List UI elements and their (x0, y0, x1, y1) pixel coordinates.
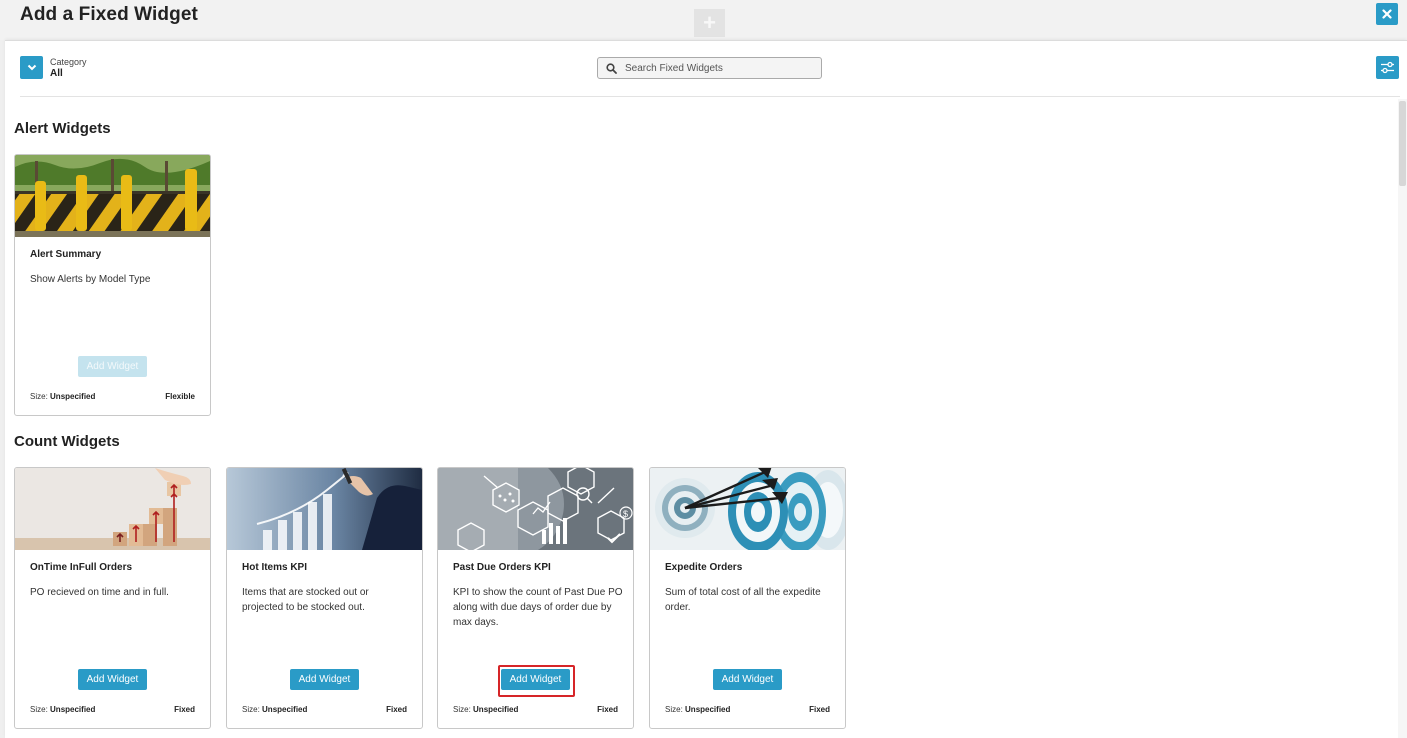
card-type: Flexible (165, 392, 195, 401)
svg-text:$: $ (623, 509, 628, 519)
toolbar-divider (20, 96, 1400, 97)
card-type: Fixed (597, 705, 618, 714)
card-type: Fixed (809, 705, 830, 714)
section-title-alert-widgets: Alert Widgets (14, 120, 111, 137)
page-title: Add a Fixed Widget (20, 4, 198, 25)
card-title: Expedite Orders (665, 562, 743, 573)
add-widget-button-hot-items[interactable]: Add Widget (290, 669, 359, 690)
card-description: KPI to show the count of Past Due PO alo… (453, 587, 623, 628)
card-type: Fixed (174, 705, 195, 714)
widget-card-past-due-orders-kpi: $ Past Due Orders KPI KPI to show the co… (437, 467, 634, 729)
size-label: Size: (665, 705, 683, 714)
size-label: Size: (30, 392, 48, 401)
card-description: Sum of total cost of all the expedite or… (665, 587, 821, 613)
add-widget-button-past-due-orders[interactable]: Add Widget (501, 669, 570, 690)
card-size: Size: Unspecified (242, 705, 307, 714)
widget-card-ontime-infull-orders: OnTime InFull Orders PO recieved on time… (14, 467, 211, 729)
card-description: Show Alerts by Model Type (30, 274, 151, 285)
size-label: Size: (30, 705, 48, 714)
card-image-targets (650, 468, 845, 550)
card-title: Hot Items KPI (242, 562, 308, 573)
size-label: Size: (453, 705, 471, 714)
category-value[interactable]: All (50, 68, 63, 79)
card-size: Size: Unspecified (665, 705, 730, 714)
card-image-growth-chart (227, 468, 422, 550)
search-icon (606, 62, 617, 74)
chevron-down-icon (27, 64, 36, 71)
card-description: Items that are stocked out or projected … (242, 587, 369, 613)
card-title: Past Due Orders KPI (453, 562, 551, 573)
card-image-steps (15, 468, 210, 550)
close-icon (1382, 9, 1392, 19)
scrollbar-track[interactable] (1398, 99, 1407, 738)
card-description: PO recieved on time and in full. (30, 587, 169, 598)
category-dropdown-button[interactable] (20, 56, 43, 79)
add-widget-button-alert-summary[interactable]: Add Widget (78, 356, 147, 377)
close-button[interactable] (1376, 3, 1398, 25)
scrollbar-thumb[interactable] (1399, 101, 1406, 186)
card-size: Size: Unspecified (30, 705, 95, 714)
card-size: Size: Unspecified (30, 392, 95, 401)
widget-card-alert-summary: Alert Summary Show Alerts by Model Type … (14, 154, 211, 416)
size-label: Size: (242, 705, 260, 714)
add-widget-button-expedite-orders[interactable]: Add Widget (713, 669, 782, 690)
search-input[interactable] (625, 62, 805, 74)
toolbar: Category All (5, 41, 1407, 97)
widget-panel: Category All Alert Widgets (5, 40, 1407, 738)
card-image-analytics-hexagons: $ (438, 468, 633, 550)
size-value: Unspecified (50, 392, 96, 401)
category-label: Category (50, 57, 87, 67)
card-title: OnTime InFull Orders (30, 562, 133, 573)
add-plus-icon: + (694, 9, 725, 37)
size-value: Unspecified (685, 705, 731, 714)
size-value: Unspecified (262, 705, 308, 714)
section-title-count-widgets: Count Widgets (14, 433, 120, 450)
filter-settings-icon (1381, 61, 1394, 74)
widget-card-expedite-orders: Expedite Orders Sum of total cost of all… (649, 467, 846, 729)
size-value: Unspecified (473, 705, 519, 714)
card-type: Fixed (386, 705, 407, 714)
card-title: Alert Summary (30, 249, 102, 260)
widget-card-hot-items-kpi: Hot Items KPI Items that are stocked out… (226, 467, 423, 729)
search-box[interactable] (597, 57, 822, 79)
dialog-header: Add a Fixed Widget + (0, 0, 1407, 40)
card-image-barrier (15, 155, 210, 237)
filter-settings-button[interactable] (1376, 56, 1399, 79)
card-size: Size: Unspecified (453, 705, 518, 714)
add-widget-button-ontime-infull[interactable]: Add Widget (78, 669, 147, 690)
size-value: Unspecified (50, 705, 96, 714)
